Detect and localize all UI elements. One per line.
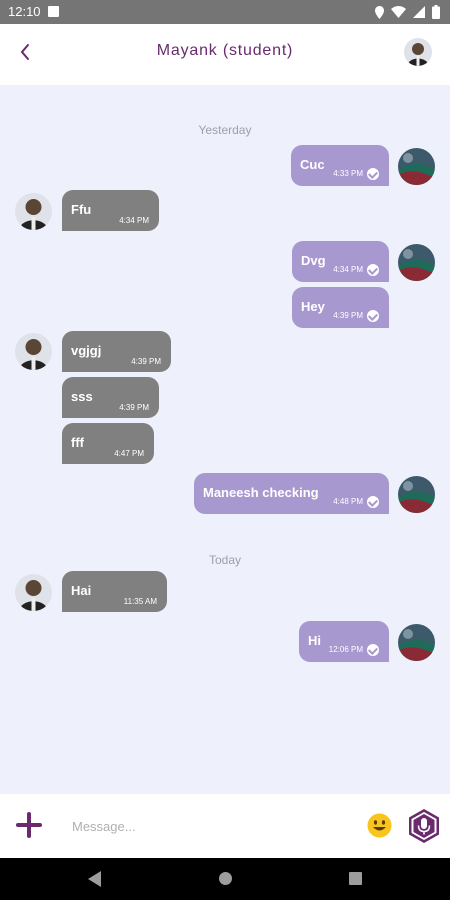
sent-message[interactable]: Hey 4:39 PM [292, 287, 389, 328]
microphone-icon[interactable] [406, 808, 442, 844]
signal-icon [413, 6, 425, 18]
message-text: vgjgj [71, 343, 102, 358]
received-message[interactable]: vgjgj 4:39 PM [62, 331, 171, 372]
status-time: 12:10 [8, 4, 41, 19]
contact-avatar [15, 574, 52, 611]
message-time: 4:39 PM [131, 357, 161, 366]
message-time: 4:48 PM [333, 497, 363, 507]
check-icon [367, 264, 379, 276]
sent-message[interactable]: Maneesh checking 4:48 PM [194, 473, 389, 514]
message-text: Hi [308, 633, 321, 648]
check-icon [367, 496, 379, 508]
message-time: 4:33 PM [333, 169, 363, 179]
received-message[interactable]: sss 4:39 PM [62, 377, 159, 418]
location-icon [375, 5, 384, 19]
check-icon [367, 644, 379, 656]
nav-recents-icon[interactable] [349, 872, 362, 885]
self-avatar [398, 148, 435, 185]
message-time: 11:35 AM [123, 597, 157, 606]
emoji-icon[interactable] [367, 813, 392, 838]
system-nav-bar [0, 858, 450, 900]
self-avatar [398, 624, 435, 661]
status-bar: 12:10 [0, 0, 450, 24]
received-message[interactable]: Ffu 4:34 PM [62, 190, 159, 231]
nav-back-icon[interactable] [88, 871, 101, 887]
message-time-row: 4:48 PM [333, 496, 379, 508]
message-text: Hey [301, 299, 325, 314]
message-text: fff [71, 435, 84, 450]
self-avatar [398, 476, 435, 513]
message-time: 4:47 PM [114, 449, 144, 458]
check-icon [367, 310, 379, 322]
message-text: Cuc [300, 157, 325, 172]
message-time: 4:39 PM [333, 311, 363, 321]
chat-title: Mayank (student) [156, 42, 294, 59]
message-time-row: 4:33 PM [333, 168, 379, 180]
message-time-row: 4:39 PM [333, 310, 379, 322]
message-time: 4:34 PM [119, 216, 149, 225]
contact-avatar [15, 193, 52, 230]
message-time-row: 4:34 PM [333, 264, 379, 276]
received-message[interactable]: fff 4:47 PM [62, 423, 154, 464]
message-composer [0, 794, 450, 858]
app-bar: Mayank (student) [0, 24, 450, 85]
message-text: Hai [71, 583, 92, 598]
sent-message[interactable]: Dvg 4:34 PM [292, 241, 389, 282]
message-input[interactable] [70, 818, 334, 835]
self-avatar [398, 244, 435, 281]
received-message[interactable]: Hai 11:35 AM [62, 571, 167, 612]
message-time: 12:06 PM [328, 645, 363, 655]
message-text: sss [71, 389, 93, 404]
check-icon [367, 168, 379, 180]
date-divider-today: Today [208, 553, 242, 567]
attach-plus-icon[interactable] [14, 810, 44, 840]
message-text: Ffu [71, 202, 92, 217]
date-divider-yesterday: Yesterday [198, 123, 252, 137]
sent-message[interactable]: Cuc 4:33 PM [291, 145, 389, 186]
nav-home-icon[interactable] [219, 872, 232, 885]
notification-icon [48, 6, 59, 17]
sent-message[interactable]: Hi 12:06 PM [299, 621, 389, 662]
message-text: Dvg [301, 253, 326, 268]
message-time-row: 12:06 PM [329, 644, 379, 656]
status-icons [375, 5, 440, 19]
message-time: 4:34 PM [333, 265, 363, 275]
battery-icon [432, 5, 440, 19]
wifi-icon [391, 6, 406, 18]
contact-avatar [15, 333, 52, 370]
message-text: Maneesh checking [203, 485, 319, 500]
chat-area[interactable]: Yesterday Cuc 4:33 PM Ffu 4:34 PM Dvg 4:… [0, 85, 450, 794]
contact-avatar[interactable] [404, 38, 432, 66]
message-time: 4:39 PM [119, 403, 149, 412]
